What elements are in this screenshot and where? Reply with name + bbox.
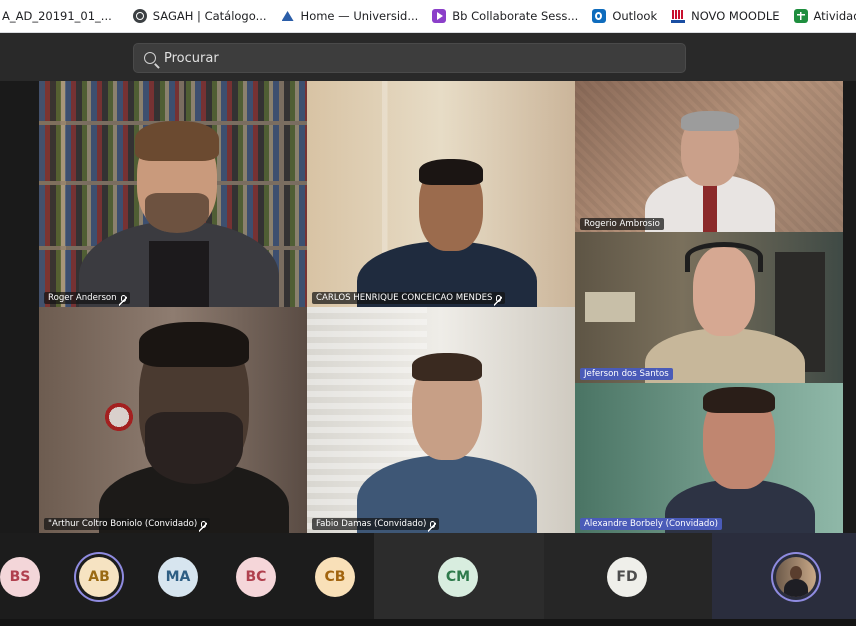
taskbar-edge — [0, 619, 856, 626]
participant-name-label: Fabio Damas (Convidado) — [312, 518, 440, 533]
globe-icon — [132, 9, 147, 23]
participant-figure — [645, 238, 805, 383]
bookmark-bb-collaborate[interactable]: Bb Collaborate Sess... — [425, 0, 585, 32]
bookmark-label: Atividades_Comple... — [813, 9, 856, 23]
outlook-icon — [592, 9, 607, 23]
avatar-bc[interactable]: BC — [236, 557, 276, 597]
participant-figure — [99, 322, 289, 533]
participant-figure — [79, 121, 279, 307]
avatar-ab[interactable]: AB — [79, 557, 119, 597]
avatar-initials: AB — [88, 569, 110, 585]
participant-name-label: Rogerio Ambrosio — [580, 218, 664, 230]
bookmark-outlook[interactable]: Outlook — [585, 0, 664, 32]
participant-name: Jeferson dos Santos — [584, 369, 669, 379]
azure-devops-icon — [281, 9, 295, 23]
participant-name: Roger Anderson — [48, 293, 117, 303]
person-icon — [790, 566, 802, 580]
avatar-photo[interactable] — [776, 557, 816, 597]
video-tile-carlos-henrique[interactable]: CARLOS HENRIQUE CONCEICAO MENDES — [307, 81, 575, 307]
avatar-cb[interactable]: CB — [315, 557, 355, 597]
bookmark-novo-moodle[interactable]: NOVO MOODLE — [664, 0, 786, 32]
participant-name-label: CARLOS HENRIQUE CONCEICAO MENDES — [312, 292, 506, 307]
avatar-ma[interactable]: MA — [158, 557, 198, 597]
bookmark-label: SAGAH | Catálogo... — [152, 9, 267, 23]
avatar-initials: BS — [9, 569, 31, 585]
participant-name-label: Roger Anderson — [44, 292, 130, 307]
bookmark-label: A_AD_20191_01_... — [2, 9, 112, 23]
video-tile-roger-anderson[interactable]: Roger Anderson — [39, 81, 307, 307]
blackboard-icon — [432, 9, 447, 23]
participant-name-label: "Arthur Coltro Boniolo (Convidado) — [44, 518, 211, 533]
video-stage: Roger Anderson CARLOS HENRIQUE CONCEICAO… — [0, 81, 856, 533]
participant-strip: BS AB MA BC CB CM FD — [0, 533, 856, 619]
avatar-cm[interactable]: CM — [438, 557, 478, 597]
video-tile-jeferson-dos-santos[interactable]: Jeferson dos Santos — [575, 232, 843, 383]
participant-figure — [357, 159, 537, 307]
bookmark-sagah[interactable]: SAGAH | Catálogo... — [119, 0, 274, 32]
video-tile-arthur-coltro-boniolo[interactable]: "Arthur Coltro Boniolo (Convidado) — [39, 307, 307, 533]
bookmark-label: Bb Collaborate Sess... — [452, 9, 579, 23]
bookmark-label: NOVO MOODLE — [691, 9, 780, 23]
video-tile-alexandre-borbely[interactable]: Alexandre Borbely (Convidado) — [575, 383, 843, 533]
search-icon — [144, 52, 156, 64]
avatar-fd[interactable]: FD — [607, 557, 647, 597]
participant-name: Alexandre Borbely (Convidado) — [584, 519, 718, 529]
participant-name: Rogerio Ambrosio — [584, 219, 660, 229]
avatar-photo-body — [784, 579, 808, 597]
bookmarks-bar: A_AD_20191_01_... SAGAH | Catálogo... Ho… — [0, 0, 856, 33]
bookmark-atividades[interactable]: Atividades_Comple... — [787, 0, 856, 32]
avatar-initials: CM — [445, 569, 471, 585]
participant-name: Fabio Damas (Convidado) — [316, 519, 427, 529]
search-input[interactable] — [164, 50, 644, 66]
video-tile-rogerio-ambrosio[interactable]: Rogerio Ambrosio — [575, 81, 843, 232]
bookmark-label: Outlook — [612, 9, 658, 23]
video-tile-fabio-damas[interactable]: Fabio Damas (Convidado) — [307, 307, 575, 533]
sheets-icon — [793, 9, 808, 23]
participant-name: "Arthur Coltro Boniolo (Convidado) — [48, 519, 198, 529]
search-box[interactable] — [133, 43, 686, 73]
avatar-initials: MA — [165, 569, 191, 585]
avatar-bs[interactable]: BS — [0, 557, 40, 597]
mic-muted-icon — [494, 294, 503, 307]
bookmark-label: Home — Universid... — [300, 9, 419, 23]
mic-muted-icon — [428, 520, 437, 533]
participant-figure — [645, 109, 775, 232]
participant-figure — [357, 353, 537, 533]
bookmark-a-ad[interactable]: A_AD_20191_01_... — [0, 0, 119, 32]
bookmark-home-universidade[interactable]: Home — Universid... — [274, 0, 426, 32]
mic-muted-icon — [118, 294, 127, 307]
participant-figure — [665, 387, 815, 533]
participant-name-label: Alexandre Borbely (Convidado) — [580, 518, 722, 530]
meeting-top-bar — [0, 33, 856, 81]
avatar-initials: BC — [245, 569, 267, 585]
moodle-icon — [671, 9, 686, 23]
participant-name: CARLOS HENRIQUE CONCEICAO MENDES — [316, 293, 493, 303]
avatar-initials: CB — [324, 569, 346, 585]
avatar-initials: FD — [616, 569, 638, 585]
mic-muted-icon — [199, 520, 208, 533]
participant-name-label: Jeferson dos Santos — [580, 368, 673, 380]
